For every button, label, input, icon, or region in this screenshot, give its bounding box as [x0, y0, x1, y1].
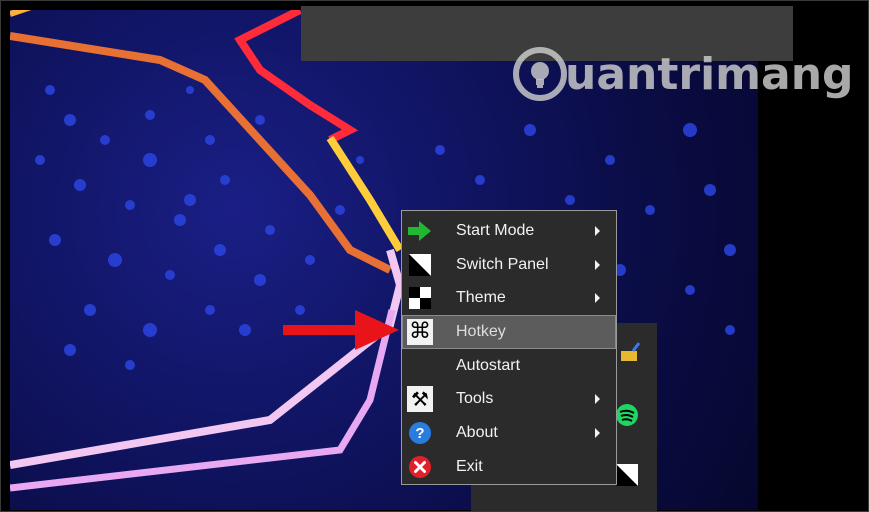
menu-item-hotkey[interactable]: ⌘ Hotkey — [402, 315, 616, 349]
autostart-icon-placeholder — [407, 353, 433, 379]
exit-icon — [407, 454, 433, 480]
submenu-arrow-icon — [595, 427, 600, 438]
menu-item-about[interactable]: ? About — [402, 416, 616, 450]
info-icon: ? — [407, 420, 433, 446]
spotify-icon[interactable] — [615, 403, 639, 427]
submenu-arrow-icon — [595, 259, 600, 270]
menu-item-label: Exit — [456, 457, 483, 475]
menu-item-label: Autostart — [456, 356, 521, 374]
red-pointer-arrow — [283, 310, 399, 350]
tray-context-menu: Start Mode Switch Panel Theme ⌘ Hotkey A… — [401, 210, 617, 485]
lightbulb-logo-icon — [513, 47, 567, 101]
broom-icon[interactable] — [619, 341, 641, 363]
menu-item-tools[interactable]: ⚒ Tools — [402, 382, 616, 416]
menu-item-label: Hotkey — [456, 322, 506, 340]
watermark-text: uantrimang — [565, 48, 854, 100]
theme-checker-icon — [407, 285, 433, 311]
menu-item-label: Start Mode — [456, 221, 535, 239]
menu-item-label: Switch Panel — [456, 255, 549, 273]
submenu-arrow-icon — [595, 394, 600, 405]
screenshot-frame: uantrimang Start Mode Switch Panel Theme… — [0, 0, 869, 512]
command-key-icon: ⌘ — [407, 318, 433, 345]
switch-panel-icon — [407, 252, 433, 278]
svg-text:?: ? — [415, 425, 424, 442]
green-arrow-icon — [407, 218, 433, 244]
menu-item-exit[interactable]: Exit — [402, 450, 616, 484]
menu-item-start-mode[interactable]: Start Mode — [402, 214, 616, 248]
menu-item-autostart[interactable]: Autostart — [402, 349, 616, 383]
submenu-arrow-icon — [595, 293, 600, 304]
switch-panel-tray-icon[interactable] — [615, 463, 639, 487]
menu-item-label: Tools — [456, 390, 494, 408]
submenu-arrow-icon — [595, 225, 600, 236]
menu-item-label: About — [456, 423, 498, 441]
menu-item-label: Theme — [456, 289, 506, 307]
menu-item-theme[interactable]: Theme — [402, 281, 616, 315]
menu-item-switch-panel[interactable]: Switch Panel — [402, 248, 616, 282]
watermark: uantrimang — [513, 39, 854, 109]
tools-icon: ⚒ — [407, 386, 433, 413]
